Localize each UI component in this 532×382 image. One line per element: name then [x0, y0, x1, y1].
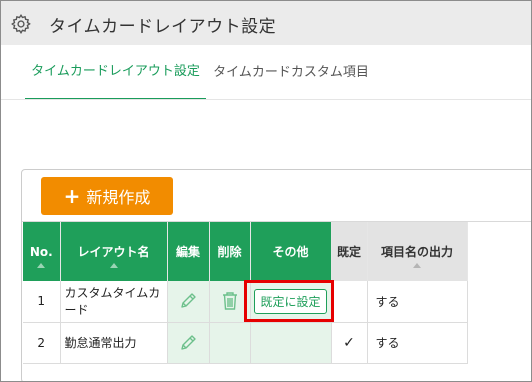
sort-icon — [37, 263, 46, 268]
tab-custom-items[interactable]: タイムカードカスタム項目 — [206, 45, 376, 100]
col-edit-header: 編集 — [167, 222, 210, 281]
gear-icon — [11, 14, 31, 34]
col-name-header[interactable]: レイアウト名 — [60, 222, 168, 281]
col-default-header: 既定 — [331, 222, 368, 281]
layout-list-panel: + 新規作成 No. レイアウト名 編集 削除 その他 既定 項目名の出力 1 … — [21, 169, 531, 381]
tab-bar: タイムカードレイアウト設定 タイムカードカスタム項目 — [1, 45, 531, 100]
col-delete-header: 削除 — [209, 222, 251, 281]
row-layout-name: カスタムタイムカード — [60, 281, 168, 323]
edit-button[interactable] — [167, 281, 210, 323]
edit-button[interactable] — [167, 322, 210, 364]
tab-divider — [1, 99, 531, 100]
col-other-header: その他 — [250, 222, 332, 281]
row-output: する — [367, 322, 468, 364]
new-create-button[interactable]: + 新規作成 — [41, 177, 173, 215]
highlight-box — [244, 280, 334, 322]
title-bar: タイムカードレイアウト設定 — [1, 1, 531, 45]
new-create-label: 新規作成 — [86, 188, 151, 207]
window: タイムカードレイアウト設定 タイムカードレイアウト設定 タイムカードカスタム項目… — [0, 0, 532, 382]
row-output: する — [367, 281, 468, 323]
row-other-cell — [250, 322, 332, 364]
tab-layout-settings[interactable]: タイムカードレイアウト設定 — [25, 45, 206, 100]
pencil-icon — [181, 334, 196, 350]
pencil-icon — [181, 293, 196, 308]
row-no: 1 — [23, 281, 61, 323]
row-layout-name: 勤怠通常出力 — [60, 322, 168, 364]
table-header-row: No. レイアウト名 編集 削除 その他 既定 項目名の出力 — [23, 222, 468, 281]
trash-icon — [222, 292, 237, 310]
row-default-mark — [331, 281, 368, 323]
row-no: 2 — [23, 322, 61, 364]
sort-icon — [109, 263, 118, 268]
col-no-header[interactable]: No. — [23, 222, 61, 281]
delete-cell-empty — [209, 322, 251, 364]
plus-icon: + — [63, 184, 81, 208]
table-row: 2 勤怠通常出力 ✓ する — [23, 322, 468, 364]
sort-icon — [413, 263, 421, 268]
check-icon: ✓ — [331, 322, 368, 364]
col-output-header[interactable]: 項目名の出力 — [367, 222, 468, 281]
page-title: タイムカードレイアウト設定 — [49, 17, 277, 37]
